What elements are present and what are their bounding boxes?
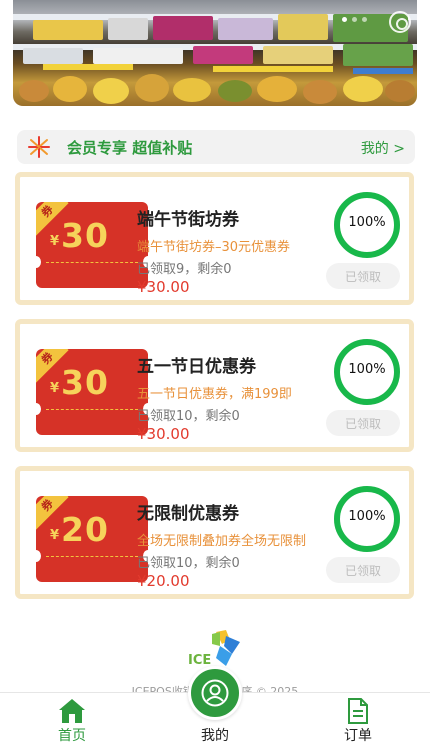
banner-fruit: [53, 76, 87, 102]
tab-order[interactable]: 订单: [328, 693, 388, 742]
coupon-divider: [46, 262, 138, 263]
banner-fruit: [93, 78, 129, 104]
banner-product: [33, 20, 103, 40]
banner-product: [218, 18, 273, 40]
banner-product: [193, 46, 253, 64]
banner-product: [93, 48, 183, 64]
coupon-price: ¥30.00: [137, 278, 190, 296]
member-title: 会员专享 超值补贴: [67, 139, 193, 157]
banner-dot[interactable]: [352, 17, 357, 22]
banner-fruit: [303, 80, 337, 104]
banner-product: [153, 16, 213, 40]
user-icon: [201, 679, 229, 707]
progress-percent: 100%: [348, 362, 386, 377]
banner-fruit: [135, 74, 169, 102]
coupon-divider: [46, 409, 138, 410]
banner-price-tag: [43, 64, 133, 70]
banner-fruit: [257, 76, 297, 102]
banner-fruit: [19, 80, 49, 102]
coupon-notch: [36, 256, 41, 268]
tab-order-label: 订单: [344, 728, 372, 742]
coupon-currency: ¥: [50, 234, 60, 249]
me-tab-circle: [188, 666, 242, 720]
order-document-icon: [348, 698, 368, 724]
banner-product: [263, 46, 333, 64]
banner-product: [108, 18, 148, 40]
fireworks-icon: [28, 136, 50, 158]
coupon-ticket: 券 ¥ 30: [36, 349, 148, 435]
banner-product: [23, 48, 83, 64]
promo-banner[interactable]: [13, 0, 417, 106]
coupon-title: 五一节日优惠券: [137, 357, 256, 377]
coupon-card[interactable]: 券 ¥ 30 五一节日优惠券 五一节日优惠券，满199即 已领取10，剩余0 ¥…: [15, 319, 414, 452]
tab-me[interactable]: 我的: [178, 666, 252, 742]
coupon-description: 端午节街坊券–30元优惠券: [137, 240, 291, 255]
coupon-divider: [46, 556, 138, 557]
coupon-card[interactable]: 券 ¥ 30 端午节街坊券 端午节街坊券–30元优惠券 已领取9，剩余0 ¥30…: [15, 172, 414, 305]
progress-percent: 100%: [348, 509, 386, 524]
my-link[interactable]: 我的 >: [361, 138, 405, 158]
coupon-amount: 30: [61, 216, 109, 255]
tab-me-label: 我的: [201, 728, 229, 742]
coupon-description: 五一节日优惠券，满199即: [137, 387, 292, 402]
banner-dot[interactable]: [342, 17, 347, 22]
coupon-card[interactable]: 券 ¥ 20 无限制优惠券 全场无限制叠加券全场无限制 已领取10，剩余0 ¥2…: [15, 466, 414, 599]
coupon-ticket: 券 ¥ 20: [36, 496, 148, 582]
claimed-button[interactable]: 已领取: [326, 263, 400, 289]
banner-price-tag: [353, 68, 413, 74]
banner-price-tag: [213, 66, 333, 72]
coupon-description: 全场无限制叠加券全场无限制: [137, 534, 307, 549]
coupon-title: 无限制优惠券: [137, 504, 239, 524]
coupon-ticket: 券 ¥ 30: [36, 202, 148, 288]
banner-circle-icon[interactable]: [389, 11, 411, 33]
progress-percent: 100%: [348, 215, 386, 230]
coupon-notch: [36, 550, 41, 562]
banner-fruit: [218, 80, 252, 102]
claimed-button[interactable]: 已领取: [326, 557, 400, 583]
coupon-amount: 20: [61, 510, 109, 549]
claimed-button[interactable]: 已领取: [326, 410, 400, 436]
home-icon: [59, 699, 85, 723]
banner-fruit: [173, 78, 211, 102]
tab-home-label: 首页: [58, 728, 86, 742]
coupon-stats: 已领取10，剩余0: [137, 556, 240, 571]
banner-product: [343, 44, 413, 66]
tab-home[interactable]: 首页: [42, 693, 102, 742]
banner-fruit: [385, 80, 415, 102]
banner-pagination: [342, 17, 367, 22]
coupon-amount: 30: [61, 363, 109, 402]
coupon-stats: 已领取10，剩余0: [137, 409, 240, 424]
coupon-price: ¥20.00: [137, 572, 190, 590]
banner-product: [278, 14, 328, 40]
coupon-title: 端午节街坊券: [137, 210, 239, 230]
coupon-notch: [36, 403, 41, 415]
coupon-stats: 已领取9，剩余0: [137, 262, 232, 277]
member-exclusive-bar: 会员专享 超值补贴 我的 >: [17, 130, 415, 164]
bottom-tab-bar: 首页 我的 订单: [0, 666, 430, 742]
coupon-currency: ¥: [50, 381, 60, 396]
banner-dot[interactable]: [362, 17, 367, 22]
coupon-price: ¥30.00: [137, 425, 190, 443]
coupon-currency: ¥: [50, 528, 60, 543]
banner-fruit: [343, 76, 383, 102]
